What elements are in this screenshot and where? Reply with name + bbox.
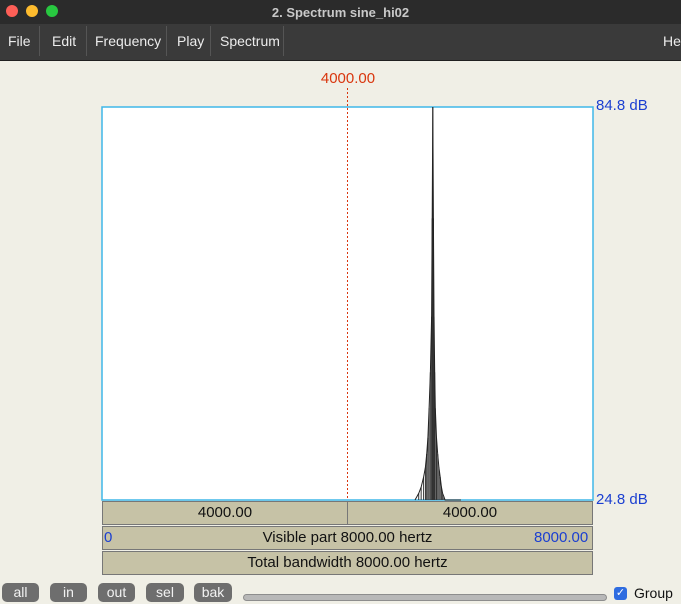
left-range-cell[interactable]: 4000.00 [102,501,348,525]
visible-part-cell[interactable]: Visible part 8000.00 hertz [102,526,593,550]
group-checkbox[interactable]: ✓ [614,587,627,600]
zoom-back-button[interactable]: bak [194,583,232,602]
horizontal-scrollbar[interactable] [243,594,607,601]
zoom-in-button[interactable]: in [50,583,87,602]
total-bandwidth-cell[interactable]: Total bandwidth 8000.00 hertz [102,551,593,575]
zoom-selection-button[interactable]: sel [146,583,184,602]
zoom-all-button[interactable]: all [2,583,39,602]
visible-end-label: 8000.00 [534,529,589,546]
total-bandwidth-label: Total bandwidth 8000.00 hertz [247,554,448,571]
right-range-cell[interactable]: 4000.00 [347,501,593,525]
visible-start-label: 0 [104,529,113,546]
zoom-out-button[interactable]: out [98,583,135,602]
visible-part-label: Visible part 8000.00 hertz [262,529,433,546]
group-label: Group [634,585,673,601]
left-range-label: 4000.00 [197,504,253,521]
right-range-label: 4000.00 [442,504,498,521]
